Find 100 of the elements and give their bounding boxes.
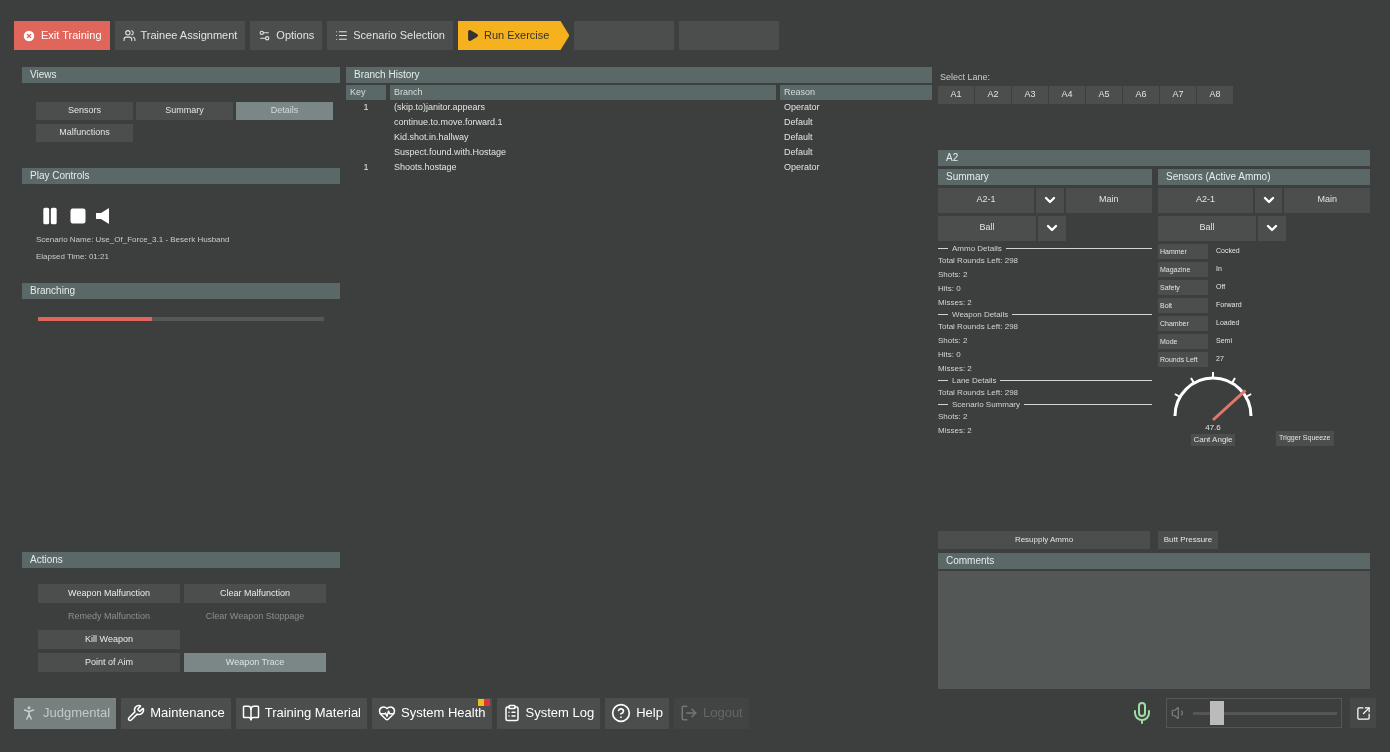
lane-action-button[interactable]: Butt Pressure xyxy=(1158,531,1218,549)
lane-button[interactable]: A2 xyxy=(975,85,1011,104)
table-cell-text: Kid.shot.in.hallway xyxy=(393,131,470,144)
lane-label: Select Lane: xyxy=(940,71,992,84)
lane-button[interactable]: A7 xyxy=(1160,85,1196,104)
scenario-name: Scenario Name: Use_Of_Force_3.1 - Beserk Husband xyxy=(35,234,231,246)
lane-button[interactable]: A3 xyxy=(1012,85,1048,104)
external-link-icon xyxy=(1355,705,1371,721)
column-header: Reason xyxy=(780,85,932,100)
lane-button[interactable]: A5 xyxy=(1086,85,1122,104)
detail-text: Shots: 2 xyxy=(938,410,969,423)
column-header: Branch xyxy=(390,85,776,100)
lane-button[interactable]: A8 xyxy=(1197,85,1233,104)
weapon-select[interactable]: A2-1 xyxy=(938,187,1035,213)
volume-thumb[interactable] xyxy=(1210,700,1225,725)
nav-tab[interactable]: System Health xyxy=(372,697,492,729)
speaker-icon xyxy=(96,208,112,224)
section-header: Branching xyxy=(22,283,340,299)
section-header: Actions xyxy=(22,552,340,568)
stop-icon xyxy=(69,207,87,225)
popout-button[interactable] xyxy=(1350,698,1376,728)
table-cell-text: Default xyxy=(783,131,814,144)
lane-action-button[interactable]: Resupply Ammo xyxy=(938,531,1150,549)
detail-text: Hits: 0 xyxy=(938,348,962,361)
table-cell-text: Default xyxy=(783,116,814,129)
comments-field[interactable] xyxy=(938,571,1370,689)
table-cell-text: 1 xyxy=(362,161,370,174)
elapsed-time: Elapsed Time: 01:21 xyxy=(35,251,110,263)
section-header: Play Controls xyxy=(22,168,340,184)
people-icon xyxy=(122,29,136,42)
detail-text: Misses: 2 xyxy=(938,362,973,375)
action-button[interactable]: Kill Weapon xyxy=(38,630,180,649)
pause-icon xyxy=(40,206,60,226)
table-cell-text: continue.to.move.forward.1 xyxy=(393,116,504,129)
section-label: Weapon Details xyxy=(952,308,1009,321)
detail-text: Total Rounds Left: 298 xyxy=(938,254,1020,267)
table-cell-text: Operator xyxy=(783,101,821,114)
nav-tab[interactable]: Training Material xyxy=(235,697,367,729)
dropdown-button[interactable] xyxy=(1255,187,1283,213)
nav-tab[interactable]: System Log xyxy=(496,697,601,729)
comments-header: Comments xyxy=(938,553,1370,569)
run-button[interactable]: Run Exercise xyxy=(458,21,570,50)
play-icon xyxy=(466,29,479,42)
logout-icon xyxy=(679,704,698,722)
scenario-button[interactable]: Scenario Selection xyxy=(327,21,453,50)
view-button[interactable]: Sensors xyxy=(36,102,133,120)
gauge-reading: 47.6 xyxy=(1205,421,1221,434)
detail-text: Hits: 0 xyxy=(938,282,962,295)
mode-button[interactable]: Main xyxy=(1065,187,1152,213)
table-title: Branch History xyxy=(346,67,932,83)
volume-control[interactable] xyxy=(1166,698,1342,728)
clipboard-icon xyxy=(502,704,521,722)
lane-button[interactable]: A1 xyxy=(938,85,974,104)
mode-button[interactable]: Main xyxy=(1284,187,1370,213)
summary-header: Summary xyxy=(938,168,1152,185)
table-cell-text: 1 xyxy=(362,101,370,114)
help-icon xyxy=(611,703,632,723)
view-button[interactable]: Malfunctions xyxy=(36,124,133,142)
table-cell-text: Default xyxy=(783,146,814,159)
table-cell-text: Suspect.found.with.Hostage xyxy=(393,146,508,159)
section-header: Views xyxy=(22,67,340,83)
section-label: Ammo Details xyxy=(952,242,1002,255)
table-cell-text: Shoots.hostage xyxy=(393,161,458,174)
nav-tab[interactable]: Help xyxy=(605,697,669,729)
sensors-header: Sensors (Active Ammo) xyxy=(1158,168,1370,185)
list-icon xyxy=(335,29,349,42)
detail-text: Shots: 2 xyxy=(938,334,969,347)
action-button[interactable]: Point of Aim xyxy=(38,653,180,672)
action-button[interactable]: Weapon Malfunction xyxy=(38,584,180,603)
close-icon xyxy=(22,28,36,43)
weapon-select[interactable]: Ball xyxy=(1158,215,1256,241)
detail-text: Shots: 2 xyxy=(938,268,969,281)
detail-text: Total Rounds Left: 298 xyxy=(938,386,1020,399)
section-label: Lane Details xyxy=(952,374,997,387)
action-button[interactable]: Clear Malfunction xyxy=(184,584,326,603)
nav-tab[interactable]: Maintenance xyxy=(121,697,231,729)
gauge-label: Cant Angle xyxy=(1191,433,1235,446)
stop-button[interactable] xyxy=(69,207,87,225)
dropdown-button[interactable] xyxy=(1036,187,1064,213)
lane-header: A2 xyxy=(938,149,1370,166)
wrench-icon xyxy=(127,704,146,722)
lane-button[interactable]: A4 xyxy=(1049,85,1085,104)
settings-icon xyxy=(258,29,272,42)
weapon-select[interactable]: A2-1 xyxy=(1158,187,1254,213)
pause-button[interactable] xyxy=(40,206,60,226)
weapon-select[interactable]: Ball xyxy=(938,215,1036,241)
column-header: Key xyxy=(346,85,386,100)
dropdown-button[interactable] xyxy=(1258,215,1286,241)
detail-text: Misses: 2 xyxy=(938,296,973,309)
heart-icon xyxy=(378,704,396,722)
table-cell-text: Operator xyxy=(783,161,821,174)
book-icon xyxy=(241,704,260,722)
trainees-button[interactable]: Trainee Assignment xyxy=(114,21,246,50)
lane-button[interactable]: A6 xyxy=(1123,85,1159,104)
sound-button[interactable] xyxy=(96,208,112,224)
detail-text: Total Rounds Left: 298 xyxy=(938,320,1020,333)
options-button[interactable]: Options xyxy=(250,21,323,50)
table-cell-text: (skip.to)janitor.appears xyxy=(393,101,487,114)
view-button[interactable]: Summary xyxy=(136,102,233,120)
dropdown-button[interactable] xyxy=(1038,215,1066,241)
